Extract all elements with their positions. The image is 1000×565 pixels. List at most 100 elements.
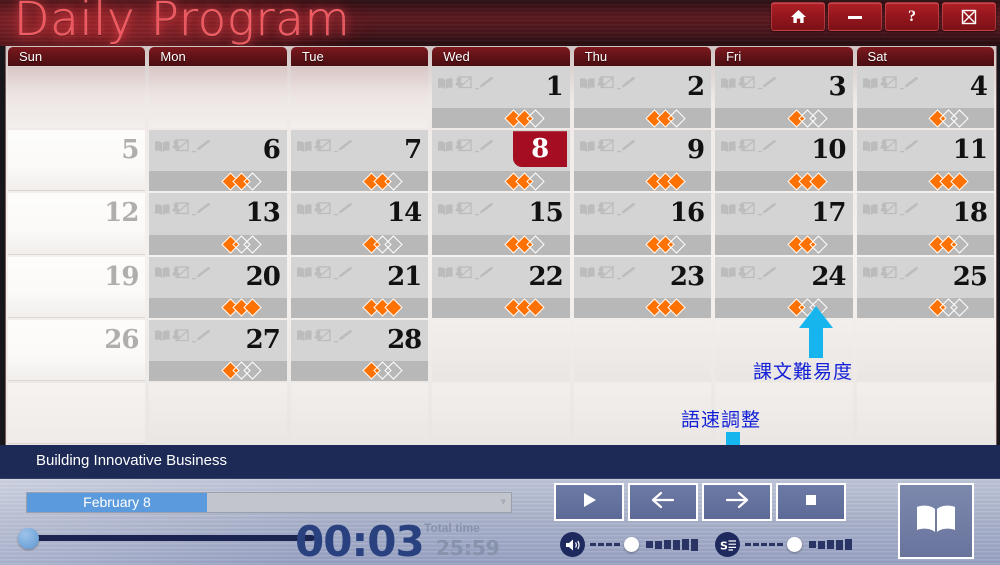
difficulty-diamond-empty [243, 361, 262, 381]
video-lesson-icon [879, 76, 897, 90]
day-activity-icons [579, 202, 636, 216]
close-button[interactable] [942, 2, 996, 31]
pencil-icon [899, 202, 919, 216]
day-activity-icons [296, 329, 353, 343]
difficulty-diamond-filled [525, 298, 545, 317]
calendar-day-4[interactable]: 4 [856, 67, 994, 129]
calendar-day-10[interactable]: 10 [715, 130, 853, 192]
calendar-day-6[interactable]: 6 [149, 130, 287, 192]
pencil-icon [191, 202, 211, 216]
calendar-day-22[interactable]: 22 [432, 256, 570, 318]
calendar-day-7[interactable]: 7 [290, 130, 429, 192]
speed-knob[interactable] [787, 537, 802, 552]
calendar-day-12[interactable]: 12 [8, 193, 146, 255]
previous-button[interactable] [628, 483, 698, 521]
difficulty-diamond-empty [384, 361, 403, 381]
calendar-day-1[interactable]: 1 [432, 67, 570, 129]
help-button[interactable]: ? [885, 2, 939, 31]
day-number: 20 [245, 261, 281, 292]
calendar-day-17[interactable]: 17 [715, 193, 853, 255]
day-activity-icons [154, 139, 211, 153]
video-lesson-icon [597, 202, 614, 216]
calendar-cell-empty [856, 319, 994, 381]
day-number: 28 [387, 324, 422, 355]
video-lesson-icon [172, 265, 190, 280]
difficulty-indicator [432, 108, 570, 129]
pencil-icon [474, 266, 494, 280]
calendar-day-11[interactable]: 11 [856, 130, 994, 192]
calendar-day-15[interactable]: 15 [432, 193, 570, 255]
calendar-day-27[interactable]: 27 [149, 319, 287, 381]
calendar-day-26[interactable]: 26 [8, 319, 146, 381]
calendar-day-3[interactable]: 3 [715, 67, 853, 129]
open-book-button[interactable] [898, 483, 974, 559]
calendar-day-20[interactable]: 20 [149, 256, 287, 318]
day-number: 15 [528, 198, 564, 229]
book-icon [579, 203, 595, 216]
day-top-band: 23 [573, 256, 712, 298]
speed-icon: S [715, 532, 740, 557]
next-button[interactable] [702, 483, 772, 521]
day-top-band: 9 [573, 130, 712, 172]
pencil-icon [191, 329, 211, 343]
day-number: 26 [104, 324, 139, 355]
volume-ticks [590, 543, 622, 546]
pencil-icon [757, 266, 777, 280]
home-button[interactable] [771, 2, 825, 31]
difficulty-indicator [856, 297, 994, 318]
day-number: 9 [687, 135, 705, 166]
book-icon [437, 140, 453, 153]
date-select[interactable]: February 8 ▾ [26, 492, 512, 513]
calendar-day-25[interactable]: 25 [856, 256, 994, 318]
calendar-day-19[interactable]: 19 [8, 256, 146, 318]
difficulty-diamond-empty [384, 235, 403, 254]
day-activity-icons [296, 202, 353, 216]
seek-track[interactable] [25, 535, 315, 541]
book-icon [579, 266, 595, 279]
book-icon [862, 140, 878, 153]
book-icon [437, 203, 453, 216]
calendar-day-13[interactable]: 13 [149, 193, 287, 255]
calendar-day-18[interactable]: 18 [856, 193, 994, 255]
seek-knob[interactable] [18, 528, 39, 549]
video-lesson-icon [879, 265, 897, 280]
calendar-day-23[interactable]: 23 [573, 256, 712, 318]
book-icon [720, 77, 736, 90]
day-number: 19 [104, 261, 139, 292]
svg-text:S: S [720, 539, 728, 552]
day-top-band: 15 [432, 193, 570, 235]
calendar-day-8[interactable]: 8 [432, 130, 570, 192]
volume-slider[interactable] [560, 532, 700, 557]
calendar-day-14[interactable]: 14 [290, 193, 429, 255]
minimize-icon [846, 13, 864, 21]
stop-button[interactable] [776, 483, 846, 521]
calendar-day-28[interactable]: 28 [290, 319, 429, 381]
day-number: 24 [811, 261, 846, 292]
speed-slider[interactable]: S [715, 532, 854, 557]
volume-knob[interactable] [624, 537, 639, 552]
day-top-band: 6 [149, 130, 287, 172]
minimize-button[interactable] [828, 2, 882, 31]
pencil-icon [616, 266, 636, 280]
book-icon [296, 266, 312, 279]
day-activity-icons [720, 202, 777, 216]
day-top-band: 17 [715, 193, 853, 235]
calendar-day-5[interactable]: 5 [8, 130, 146, 192]
calendar-cell-empty [432, 382, 570, 445]
video-lesson-icon [172, 202, 190, 216]
calendar-day-16[interactable]: 16 [573, 193, 712, 255]
play-button[interactable] [554, 483, 624, 521]
total-time-value: 25:59 [436, 536, 500, 560]
video-lesson-icon [738, 139, 755, 153]
calendar-day-9[interactable]: 9 [573, 130, 712, 192]
book-icon [579, 140, 595, 153]
day-top-band: 25 [856, 256, 994, 298]
weekday-header-mon: Mon [149, 47, 287, 66]
calendar-day-2[interactable]: 2 [573, 67, 712, 129]
day-number: 4 [969, 72, 988, 102]
difficulty-diamond-filled [243, 298, 262, 317]
pencil-icon [899, 266, 919, 280]
difficulty-indicator [573, 108, 712, 129]
calendar-day-21[interactable]: 21 [290, 256, 429, 318]
calendar-cell-empty [290, 382, 429, 445]
